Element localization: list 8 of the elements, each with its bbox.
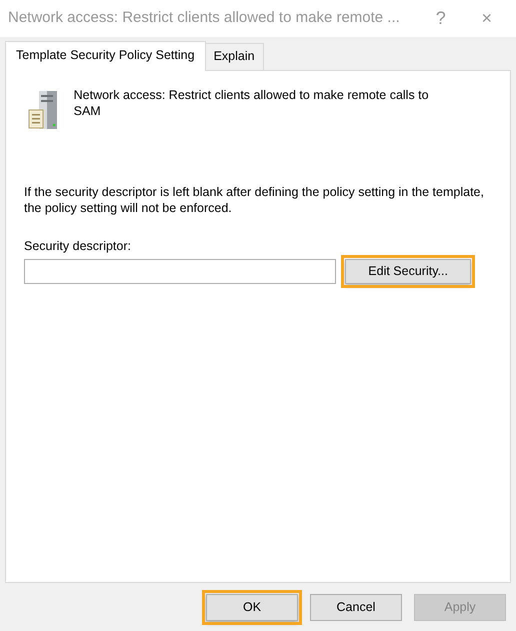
field-label: Security descriptor:: [24, 238, 132, 255]
window-title: Network access: Restrict clients allowed to make remote ...: [8, 8, 401, 28]
cancel-button[interactable]: Cancel: [310, 594, 402, 621]
note-text: If the security descriptor is left blank after defining the policy setting in the template, the policy setting will not be enforced.: [24, 184, 485, 217]
tab[interactable]: Explain: [204, 43, 264, 70]
tab[interactable]: Template Security Policy Setting: [5, 41, 206, 71]
security-descriptor-field[interactable]: [24, 258, 336, 284]
policy-name: Network access: Restrict clients allowed to make remote calls to SAM: [74, 87, 430, 120]
